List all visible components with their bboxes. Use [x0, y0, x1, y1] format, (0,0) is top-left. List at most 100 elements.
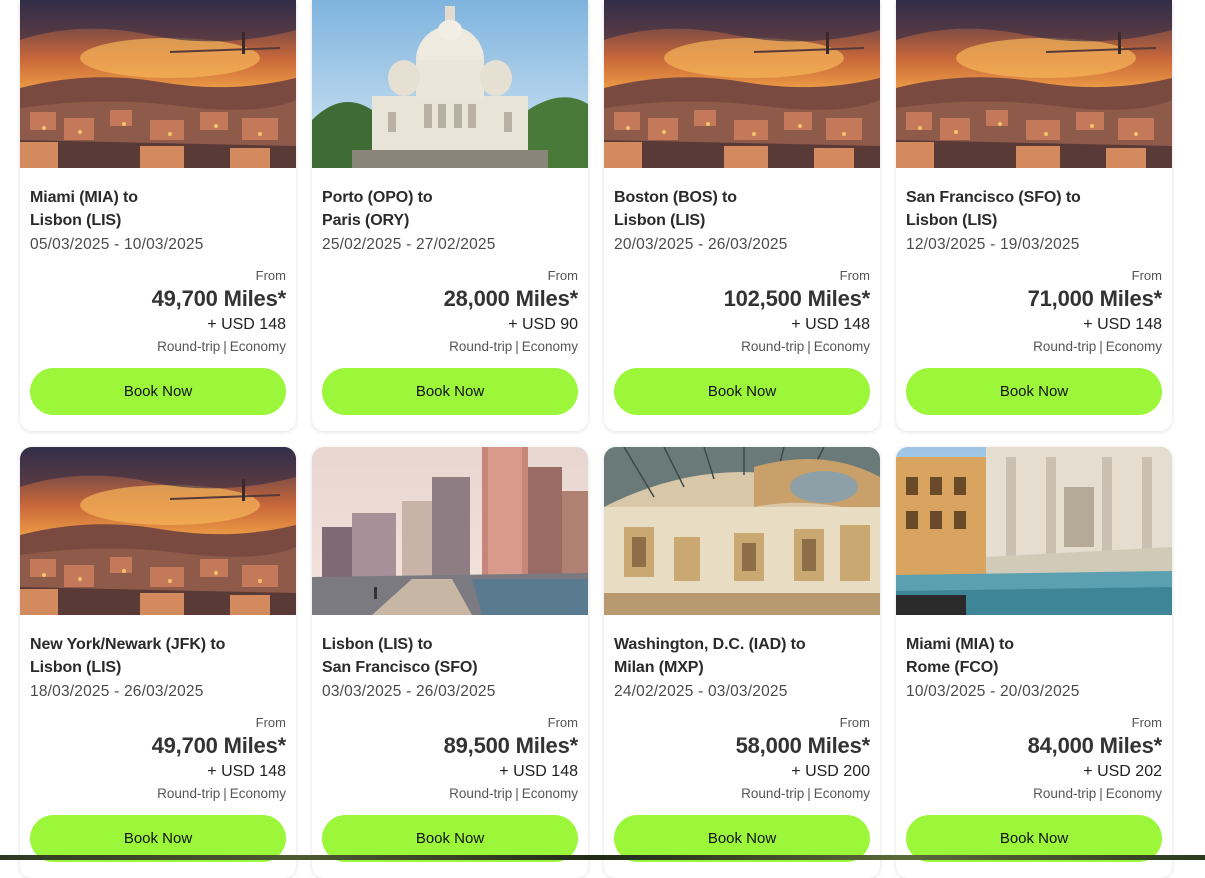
- trip-details: Round-trip | Economy: [1028, 783, 1162, 805]
- route-origin: Miami (MIA) to: [906, 636, 1014, 653]
- route-destination: Lisbon (LIS): [906, 212, 998, 229]
- route-destination: Milan (MXP): [614, 659, 704, 676]
- separator: |: [1099, 786, 1103, 801]
- lisbon-sunset-photo[interactable]: [20, 0, 296, 168]
- miles-price: 28,000 Miles*: [443, 286, 579, 311]
- from-label: From: [839, 268, 870, 283]
- trip-type: Round-trip: [449, 786, 513, 801]
- lisbon-sunset-photo[interactable]: [604, 0, 880, 168]
- separator: |: [223, 786, 227, 801]
- cabin-class: Economy: [1105, 786, 1162, 801]
- route-title: Washington, D.C. (IAD) to Milan (MXP): [614, 633, 870, 679]
- price-box: From 89,500 Miles* + USD 148 Round-trip |…: [443, 715, 579, 805]
- offer-card[interactable]: San Francisco (SFO) to Lisbon (LIS) 12/0…: [896, 0, 1172, 431]
- next-section-edge: [0, 855, 1205, 860]
- book-now-button[interactable]: Book Now: [906, 368, 1162, 415]
- usd-fee: + USD 148: [207, 316, 286, 333]
- route-destination: San Francisco (SFO): [322, 659, 478, 676]
- trip-type: Round-trip: [157, 339, 221, 354]
- offer-card[interactable]: Boston (BOS) to Lisbon (LIS) 20/03/2025 …: [604, 0, 880, 431]
- offer-card[interactable]: New York/Newark (JFK) to Lisbon (LIS) 18…: [20, 447, 296, 878]
- book-now-button[interactable]: Book Now: [30, 368, 286, 415]
- travel-dates: 20/03/2025 - 26/03/2025: [614, 236, 788, 253]
- route-origin: Lisbon (LIS) to: [322, 636, 433, 653]
- route-origin: Porto (OPO) to: [322, 189, 433, 206]
- usd-fee: + USD 148: [1083, 316, 1162, 333]
- san-francisco-skyline-photo[interactable]: [312, 447, 588, 615]
- miles-price: 71,000 Miles*: [1027, 286, 1163, 311]
- price-box: From 49,700 Miles* + USD 148 Round-trip |…: [152, 715, 287, 805]
- separator: |: [515, 786, 519, 801]
- separator: |: [807, 786, 811, 801]
- rome-trevi-fountain-photo[interactable]: [896, 447, 1172, 615]
- miles-price: 84,000 Miles*: [1027, 733, 1163, 758]
- offer-card[interactable]: Washington, D.C. (IAD) to Milan (MXP) 24…: [604, 447, 880, 878]
- trip-type: Round-trip: [741, 339, 805, 354]
- usd-fee: + USD 202: [1083, 763, 1162, 780]
- usd-fee: + USD 200: [791, 763, 870, 780]
- route-title: New York/Newark (JFK) to Lisbon (LIS): [30, 633, 286, 679]
- price-box: From 28,000 Miles* + USD 90 Round-trip | E…: [443, 268, 579, 358]
- price-box: From 71,000 Miles* + USD 148 Round-trip |…: [1027, 268, 1163, 358]
- miles-price: 102,500 Miles*: [723, 286, 871, 311]
- from-label: From: [1131, 268, 1162, 283]
- miles-price: 58,000 Miles*: [735, 733, 871, 758]
- cabin-class: Economy: [229, 786, 286, 801]
- offer-card[interactable]: Miami (MIA) to Rome (FCO) 10/03/2025 - 2…: [896, 447, 1172, 878]
- cabin-class: Economy: [229, 339, 286, 354]
- from-label: From: [255, 715, 286, 730]
- cabin-class: Economy: [1105, 339, 1162, 354]
- separator: |: [223, 339, 227, 354]
- route-title: Miami (MIA) to Lisbon (LIS): [30, 186, 286, 232]
- route-title: Boston (BOS) to Lisbon (LIS): [614, 186, 870, 232]
- separator: |: [515, 339, 519, 354]
- travel-dates: 18/03/2025 - 26/03/2025: [30, 683, 204, 700]
- route-origin: Miami (MIA) to: [30, 189, 138, 206]
- route-title: Miami (MIA) to Rome (FCO): [906, 633, 1162, 679]
- miles-price: 89,500 Miles*: [443, 733, 579, 758]
- travel-dates: 03/03/2025 - 26/03/2025: [322, 683, 496, 700]
- offer-card[interactable]: Miami (MIA) to Lisbon (LIS) 05/03/2025 -…: [20, 0, 296, 431]
- from-label: From: [255, 268, 286, 283]
- trip-type: Round-trip: [741, 786, 805, 801]
- route-destination: Rome (FCO): [906, 659, 999, 676]
- travel-dates: 05/03/2025 - 10/03/2025: [30, 236, 204, 253]
- travel-dates: 24/02/2025 - 03/03/2025: [614, 683, 788, 700]
- travel-dates: 25/02/2025 - 27/02/2025: [322, 236, 496, 253]
- milan-galleria-photo[interactable]: [604, 447, 880, 615]
- travel-dates: 12/03/2025 - 19/03/2025: [906, 236, 1080, 253]
- trip-type: Round-trip: [157, 786, 221, 801]
- lisbon-sunset-photo[interactable]: [896, 0, 1172, 168]
- route-destination: Paris (ORY): [322, 212, 410, 229]
- price-box: From 49,700 Miles* + USD 148 Round-trip |…: [151, 268, 287, 358]
- route-title: Lisbon (LIS) to San Francisco (SFO): [322, 633, 578, 679]
- trip-details: Round-trip | Economy: [724, 336, 870, 358]
- route-origin: Washington, D.C. (IAD) to: [614, 636, 806, 653]
- miles-price: 49,700 Miles*: [151, 286, 287, 311]
- usd-fee: + USD 148: [207, 763, 286, 780]
- book-now-button[interactable]: Book Now: [322, 368, 578, 415]
- paris-sacre-coeur-photo[interactable]: [312, 0, 588, 168]
- usd-fee: + USD 90: [508, 316, 578, 333]
- route-origin: San Francisco (SFO) to: [906, 189, 1081, 206]
- trip-details: Round-trip | Economy: [152, 783, 286, 805]
- separator: |: [1099, 339, 1103, 354]
- route-destination: Lisbon (LIS): [30, 212, 122, 229]
- cabin-class: Economy: [521, 339, 578, 354]
- book-now-button[interactable]: Book Now: [614, 368, 870, 415]
- trip-details: Round-trip | Economy: [444, 783, 578, 805]
- offer-card[interactable]: Lisbon (LIS) to San Francisco (SFO) 03/0…: [312, 447, 588, 878]
- price-box: From 84,000 Miles* + USD 202 Round-trip |…: [1027, 715, 1163, 805]
- from-label: From: [839, 715, 870, 730]
- offer-card[interactable]: Porto (OPO) to Paris (ORY) 25/02/2025 - …: [312, 0, 588, 431]
- trip-type: Round-trip: [1033, 339, 1097, 354]
- trip-details: Round-trip | Economy: [1028, 336, 1162, 358]
- lisbon-sunset-photo[interactable]: [20, 447, 296, 615]
- usd-fee: + USD 148: [499, 763, 578, 780]
- price-box: From 58,000 Miles* + USD 200 Round-trip |…: [735, 715, 871, 805]
- trip-details: Round-trip | Economy: [444, 336, 578, 358]
- usd-fee: + USD 148: [791, 316, 870, 333]
- trip-details: Round-trip | Economy: [736, 783, 870, 805]
- cabin-class: Economy: [813, 786, 870, 801]
- route-destination: Lisbon (LIS): [614, 212, 706, 229]
